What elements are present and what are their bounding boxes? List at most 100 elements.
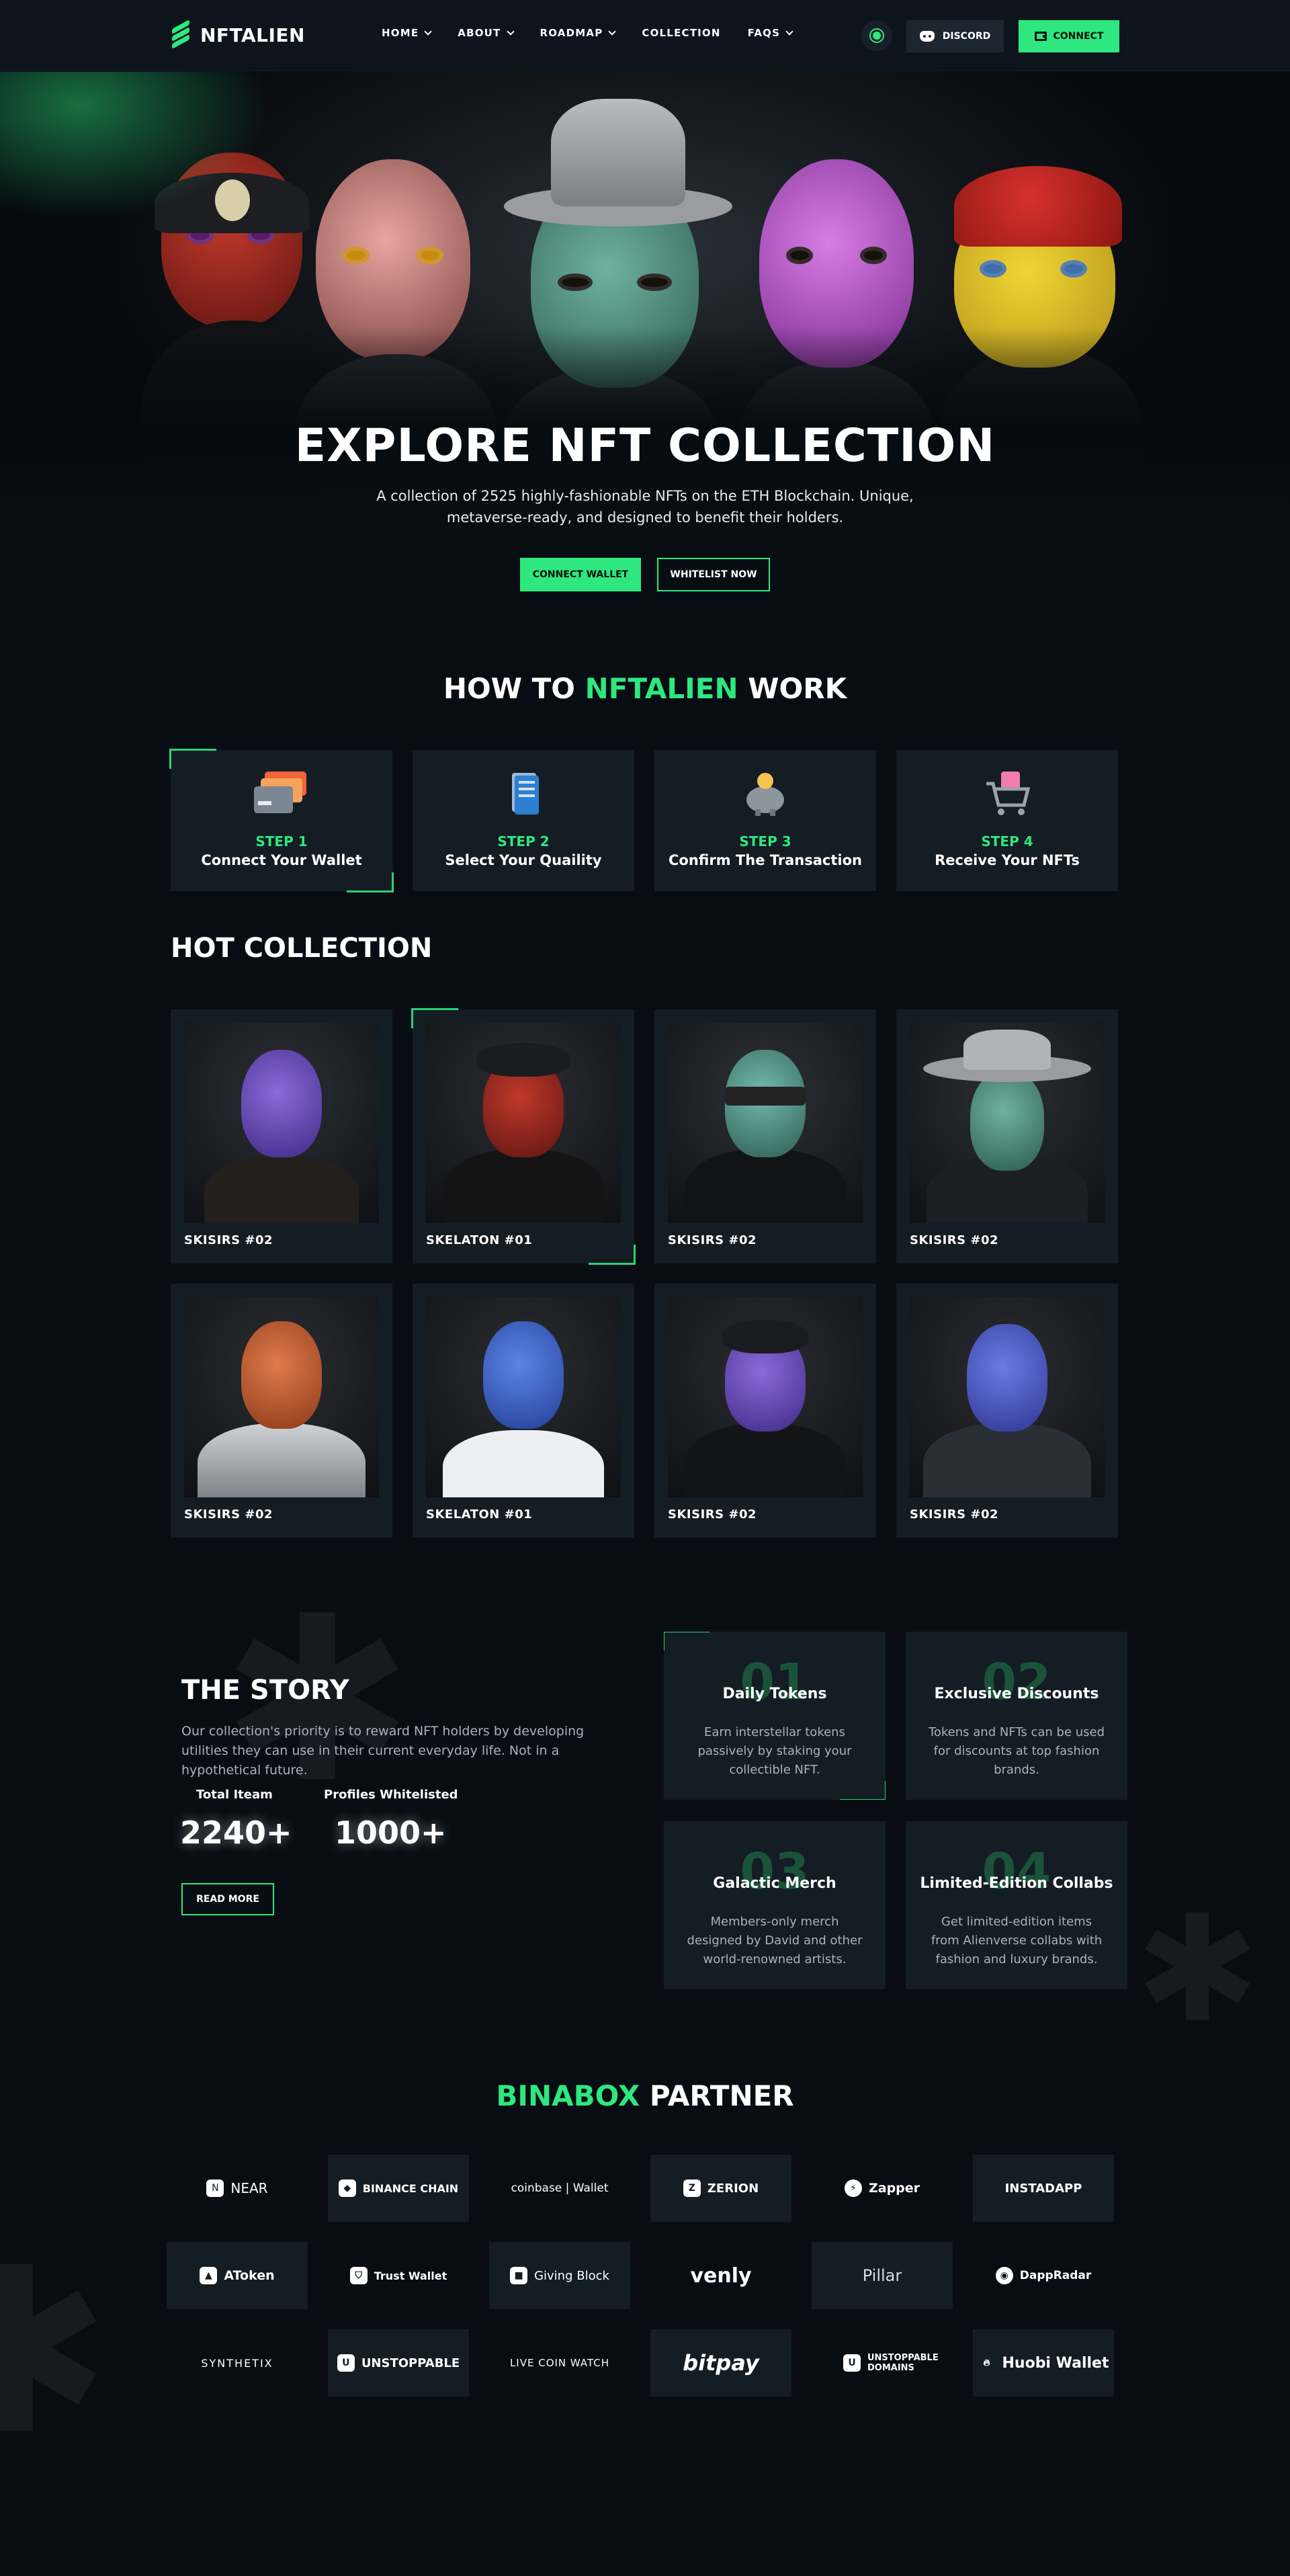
nft-card[interactable]: SKISIRS #02 [654, 1009, 876, 1263]
chevron-down-icon [785, 27, 793, 36]
menu-item-about[interactable]: ABOUT [458, 27, 515, 39]
nft-card[interactable]: SKISIRS #02 [171, 1009, 392, 1263]
menu-item-collection[interactable]: COLLECTION [642, 27, 720, 39]
connect-label: CONNECT [1053, 31, 1104, 42]
partner-logo-live-coin-watch[interactable]: LIVE COIN WATCH [489, 2329, 630, 2397]
nft-card[interactable]: SKISIRS #02 [896, 1009, 1118, 1263]
feature-card: 02 Exclusive Discounts Tokens and NFTs c… [906, 1632, 1127, 1800]
steps-list: STEP 1 Connect Your Wallet STEP 2 Select… [169, 749, 1118, 892]
step-number: STEP 4 [981, 833, 1033, 849]
nft-name: SKISIRS #02 [184, 1233, 273, 1247]
unstoppable-domains-logo-icon: U [843, 2354, 861, 2372]
step-label: Receive Your NFTs [935, 852, 1080, 868]
brand-logo[interactable]: NFTALIEN [169, 19, 305, 49]
menu-label: HOME [382, 27, 419, 39]
partner-logo-instadapp[interactable]: INSTADAPP [973, 2155, 1114, 2222]
stat-label: Profiles Whitelisted [324, 1788, 458, 1802]
chevron-down-icon [608, 27, 617, 36]
feature-desc: Get limited-edition items from Alienvers… [931, 1915, 1103, 1966]
zapper-logo-icon: ⚡ [844, 2179, 862, 2197]
read-more-button[interactable]: READ MORE [181, 1883, 274, 1915]
partner-logo-dappradar[interactable]: ◉ DappRadar [973, 2242, 1114, 2309]
menu-item-faqs[interactable]: FAQS [748, 27, 793, 39]
menu-item-home[interactable]: HOME [382, 27, 432, 39]
hero-fade [0, 327, 1290, 509]
wallet-icon [1034, 32, 1047, 41]
partner-logo-unstoppable[interactable]: U UNSTOPPABLE [328, 2329, 469, 2397]
hot-collection-title: HOT COLLECTION [171, 933, 433, 964]
step-card[interactable]: STEP 1 Connect Your Wallet [169, 749, 394, 892]
partner-logo-binance[interactable]: ◆ BINANCE CHAIN [328, 2155, 469, 2222]
collection-grid: SKISIRS #02 SKELATON #01 SKISIRS #02 SKI… [171, 1008, 1118, 1538]
story-title: THE STORY [181, 1675, 349, 1706]
menu-label: ABOUT [458, 27, 501, 39]
partner-logo-near[interactable]: N NEAR [167, 2155, 308, 2222]
stat-label: Total Iteam [196, 1788, 273, 1802]
partner-logo-bitpay[interactable]: bitpay [650, 2329, 791, 2397]
nft-image [426, 1297, 621, 1497]
partner-logo-unstoppable-domains[interactable]: U UNSTOPPABLE DOMAINS [812, 2329, 953, 2397]
theme-toggle-button[interactable] [861, 20, 892, 51]
menu-label: ROADMAP [540, 27, 603, 39]
nft-card[interactable]: SKELATON #01 [411, 1008, 636, 1265]
menu-label: COLLECTION [642, 27, 721, 39]
story-text: Our collection's priority is to reward N… [181, 1724, 585, 1778]
binance-logo-icon: ◆ [338, 2179, 356, 2197]
partner-logo-atoken[interactable]: ▲ AToken [167, 2242, 308, 2309]
partner-logo-synthetix[interactable]: SYNTHETIX [167, 2329, 308, 2397]
step-card[interactable]: STEP 2 Select Your Quaility [413, 750, 634, 891]
connect-button[interactable]: CONNECT [1019, 20, 1119, 52]
step-card[interactable]: STEP 4 Receive Your NFTs [896, 750, 1118, 891]
nft-image [910, 1023, 1105, 1223]
atoken-logo-icon: ▲ [200, 2267, 218, 2284]
partner-logo-pillar[interactable]: Pillar [812, 2242, 953, 2309]
discord-button[interactable]: DISCORD [906, 20, 1004, 52]
feature-card: 04 Limited-Edition Collabs Get limited-e… [906, 1821, 1127, 1989]
feature-title: Galactic Merch [713, 1875, 836, 1892]
sun-icon [873, 32, 881, 40]
asterisk-decoration-icon: ✱ [0, 2219, 111, 2485]
nft-name: SKELATON #01 [426, 1233, 533, 1247]
partner-logo-giving-block[interactable]: ■ Giving Block [489, 2242, 630, 2309]
partners-title: BINABOX PARTNER [496, 2079, 794, 2112]
step-label: Confirm The Transaction [669, 852, 862, 868]
step-label: Select Your Quaility [445, 852, 602, 868]
connect-wallet-button[interactable]: CONNECT WALLET [520, 558, 641, 591]
nft-image [910, 1297, 1105, 1497]
logo-mark-icon [169, 19, 192, 49]
menu-item-roadmap[interactable]: ROADMAP [540, 27, 617, 39]
step-number: STEP 3 [739, 833, 791, 849]
step-label: Connect Your Wallet [201, 852, 362, 868]
nft-card[interactable]: SKELATON #01 [413, 1284, 634, 1538]
nft-name: SKISIRS #02 [668, 1507, 757, 1522]
nft-name: SKISIRS #02 [184, 1507, 273, 1522]
partner-logo-zerion[interactable]: Z ZERION [650, 2155, 791, 2222]
flame-icon: 🔥︎ [983, 2358, 990, 2368]
red-beanie [954, 166, 1122, 247]
main-menu: HOME ABOUT ROADMAP COLLECTION FAQS [382, 27, 793, 39]
nft-image [184, 1023, 379, 1223]
nft-card[interactable]: SKISIRS #02 [654, 1284, 876, 1538]
feature-title: Limited-Edition Collabs [920, 1875, 1113, 1892]
nft-card[interactable]: SKISIRS #02 [896, 1284, 1118, 1538]
whitelist-now-button[interactable]: WHITELIST NOW [657, 558, 770, 591]
feature-desc: Tokens and NFTs can be used for discount… [928, 1725, 1105, 1777]
step-card[interactable]: STEP 3 Confirm The Transaction [654, 750, 876, 891]
how-to-title: HOW TO NFTALIEN WORK [443, 672, 847, 705]
discord-label: DISCORD [942, 31, 991, 42]
partner-row: ▲ AToken ⛉ Trust Wallet ■ Giving Block venl… [167, 2242, 1114, 2309]
partner-logo-huobi-wallet[interactable]: 🔥︎ Huobi Wallet [973, 2329, 1114, 2397]
cowboy-hat-crown [551, 99, 685, 206]
hero-subtitle: A collection of 2525 highly-fashionable … [376, 488, 914, 526]
nft-name: SKISIRS #02 [910, 1507, 998, 1522]
document-stack-icon [512, 773, 539, 815]
partner-logo-coinbase[interactable]: coinbase | Wallet [489, 2155, 630, 2222]
partner-logo-venly[interactable]: venly [650, 2242, 791, 2309]
partner-logo-zapper[interactable]: ⚡ Zapper [812, 2155, 953, 2222]
stat-value: 2240+ [180, 1815, 292, 1851]
hero-buttons: CONNECT WALLET WHITELIST NOW [0, 558, 1290, 591]
chevron-down-icon [506, 27, 515, 36]
nft-card[interactable]: SKISIRS #02 [171, 1284, 392, 1538]
nft-image [426, 1023, 621, 1223]
partner-logo-trust-wallet[interactable]: ⛉ Trust Wallet [328, 2242, 469, 2309]
